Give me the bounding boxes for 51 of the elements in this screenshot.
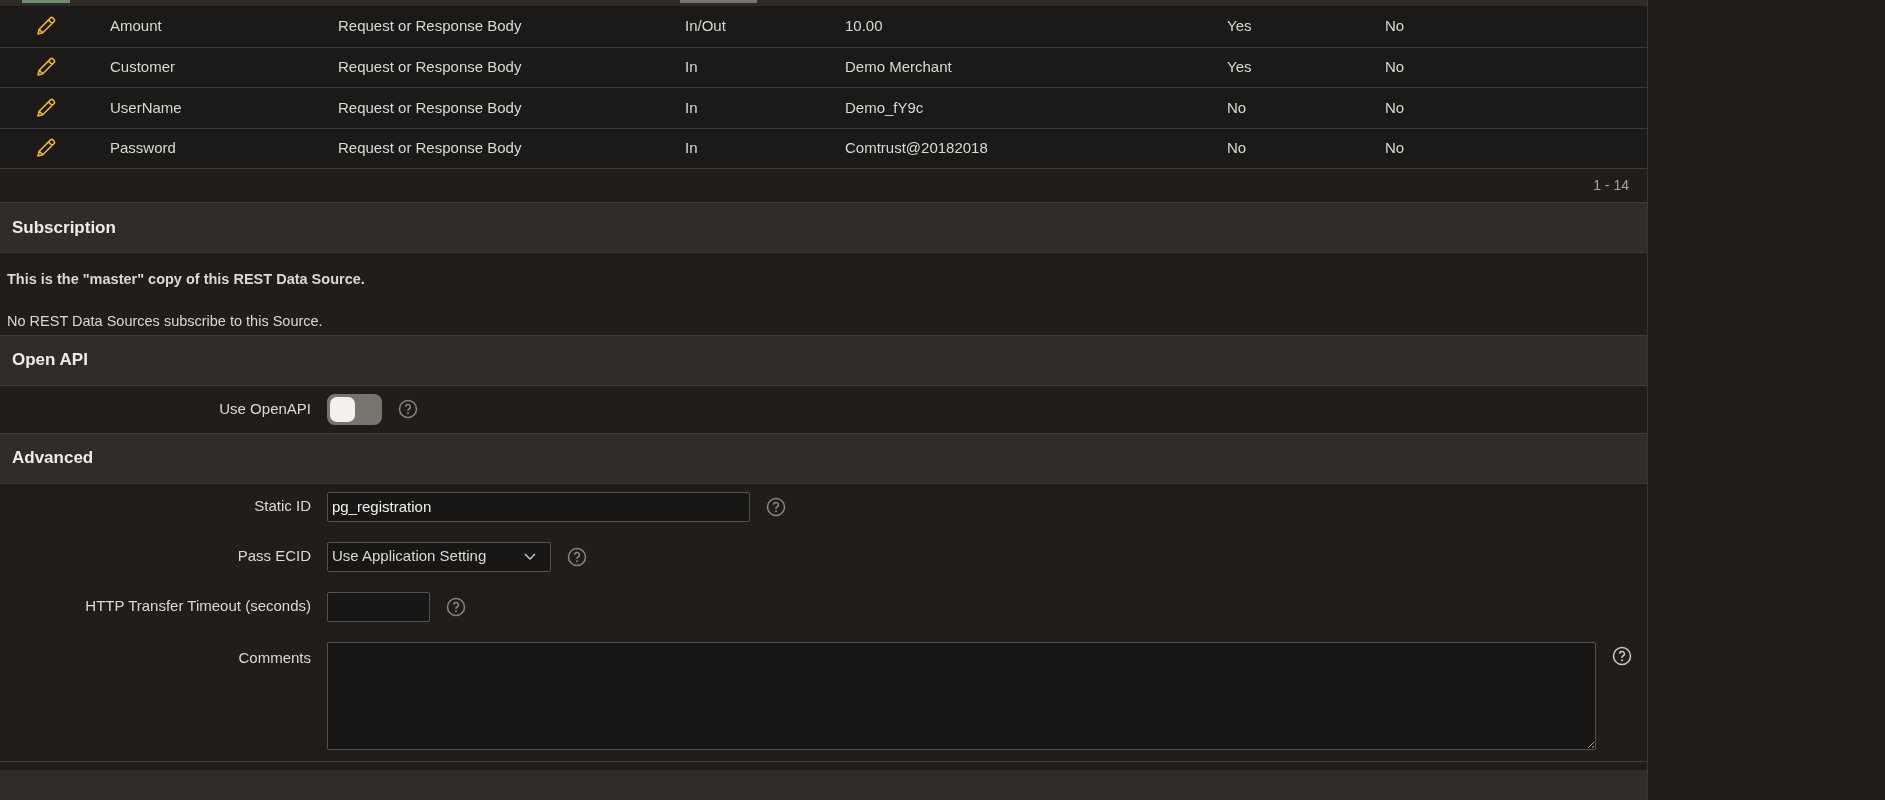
table-cell: No [1385, 139, 1405, 156]
scroll-indicator [22, 0, 70, 3]
pencil-icon[interactable] [35, 56, 57, 79]
table-cell: No [1385, 58, 1405, 75]
table-cell: Request or Response Body [338, 98, 522, 116]
help-icon[interactable] [446, 596, 466, 617]
table-cell: No [1385, 98, 1405, 116]
pencil-icon[interactable] [35, 96, 57, 119]
table-cell: No [1227, 98, 1247, 116]
table-cell: No [1227, 139, 1247, 156]
comments-field[interactable] [327, 641, 1596, 750]
field-label: Pass ECID [237, 546, 311, 567]
info-text: No REST Data Sources subscribe to this Source. [7, 311, 324, 331]
chevron-down-icon [524, 552, 536, 561]
table-cell: No [1385, 17, 1405, 34]
help-icon[interactable] [398, 399, 418, 419]
section-title: Open API [12, 349, 88, 372]
table-cell: Comtrust@20182018 [845, 139, 988, 156]
pagination-text: 1 - 14 [1593, 176, 1629, 195]
field-label: Use OpenAPI [219, 398, 311, 419]
table-cell: In [685, 98, 698, 116]
table-cell: Request or Response Body [338, 139, 522, 156]
table-cell: Yes [1227, 17, 1252, 34]
field-label: HTTP Transfer Timeout (seconds) [85, 596, 311, 617]
table-cell: 10.00 [845, 17, 883, 34]
table-cell: In/Out [685, 17, 726, 34]
table-cell: UserName [110, 98, 182, 116]
input-field[interactable] [327, 591, 430, 622]
section-title: Advanced [12, 447, 94, 470]
info-text: This is the "master" copy of this REST Data Source. [7, 270, 366, 289]
table-cell: Request or Response Body [338, 58, 522, 75]
table-cell: Request or Response Body [338, 17, 522, 34]
field-label: Comments [238, 647, 311, 668]
toggle-switch[interactable] [327, 393, 382, 425]
table-cell: Password [110, 139, 176, 156]
field-label: Static ID [254, 496, 311, 517]
table-cell: Demo_fY9c [845, 98, 924, 116]
table-cell: In [685, 58, 698, 75]
table-cell: Yes [1227, 58, 1252, 75]
table-cell: Customer [110, 58, 176, 75]
help-icon[interactable] [567, 546, 587, 567]
input-field[interactable]: pg_registration [327, 491, 750, 522]
help-icon[interactable] [766, 496, 786, 517]
pencil-icon[interactable] [35, 137, 57, 160]
help-icon[interactable] [1612, 645, 1632, 666]
select-field[interactable]: Use Application Setting [327, 541, 551, 572]
section-title: Subscription [12, 216, 116, 239]
table-cell: Amount [110, 17, 162, 34]
table-cell: In [685, 139, 698, 156]
pencil-icon[interactable] [35, 15, 57, 38]
table-cell: Demo Merchant [845, 58, 952, 75]
